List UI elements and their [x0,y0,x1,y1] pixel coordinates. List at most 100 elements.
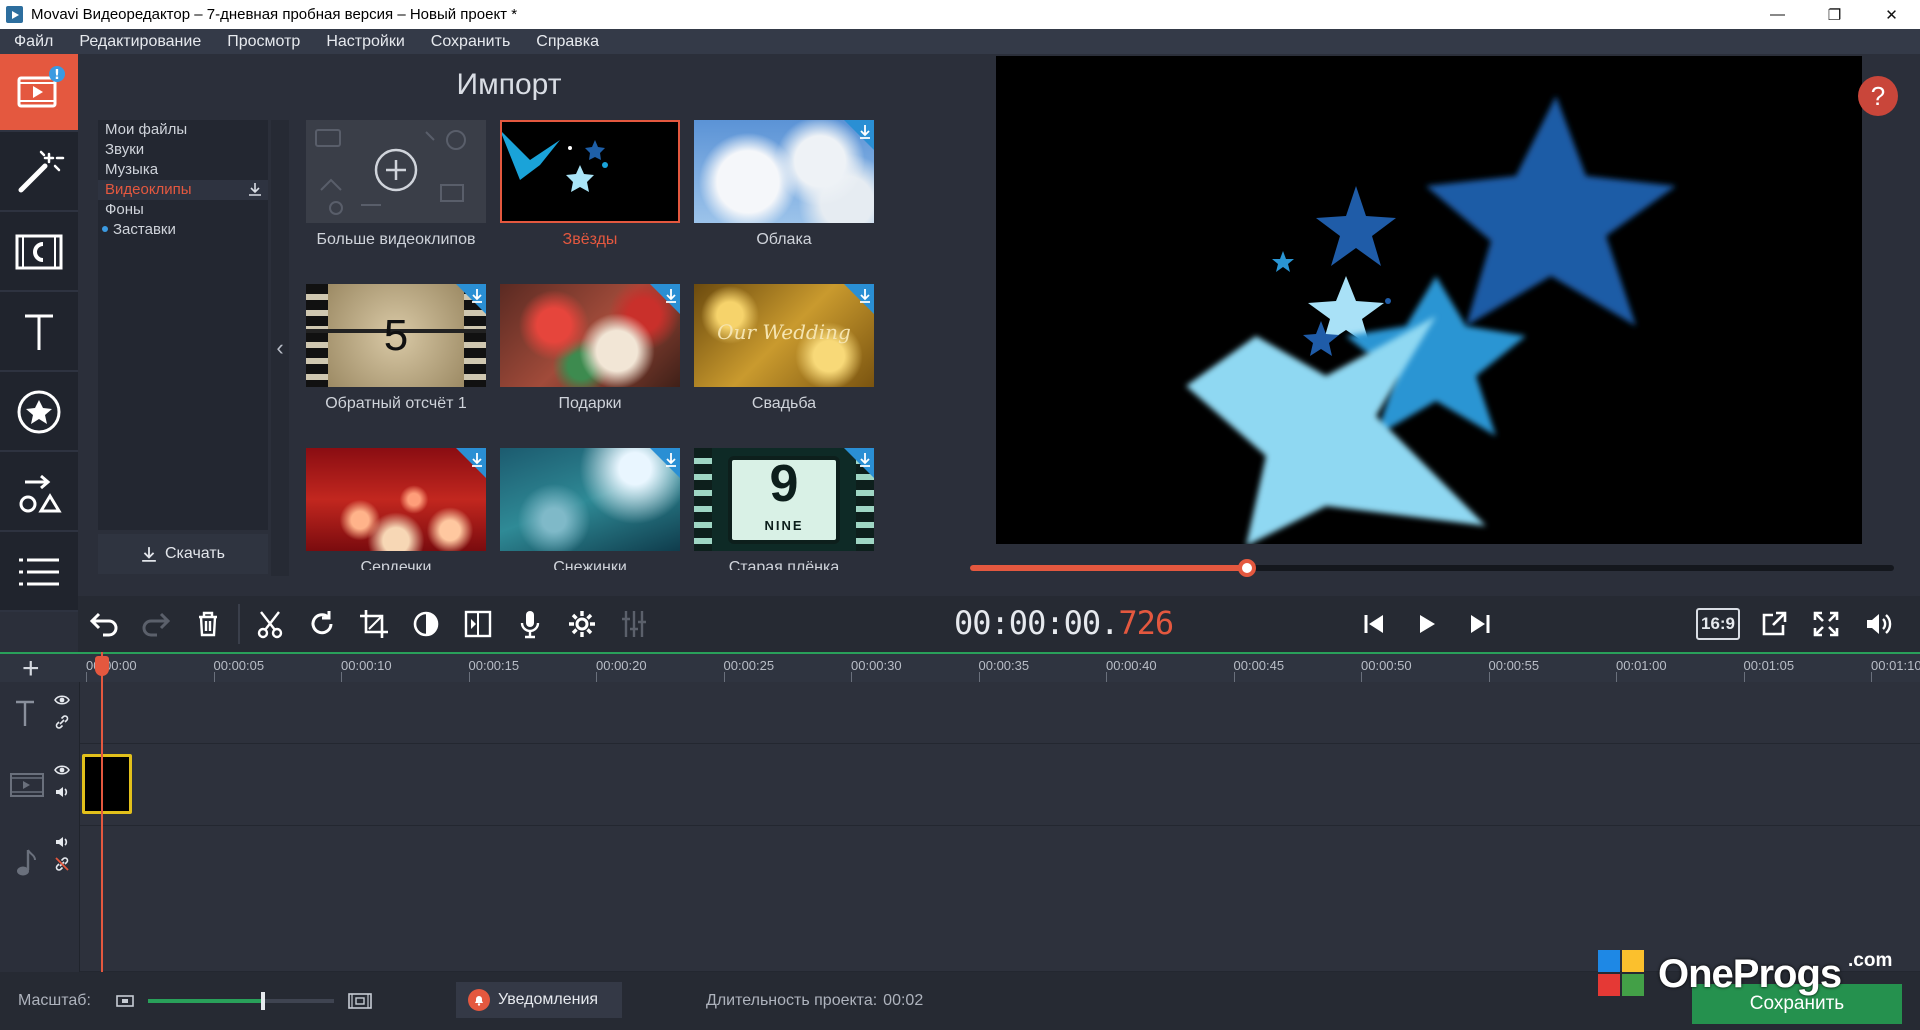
color-adjust-button[interactable] [400,596,452,652]
category-intros[interactable]: Заставки [98,220,268,240]
detach-preview-button[interactable] [1748,596,1800,652]
undo-button[interactable] [78,596,130,652]
download-badge-icon[interactable] [456,448,486,478]
transition-wizard-button[interactable] [452,596,504,652]
download-icon [142,547,156,562]
crop-button[interactable] [348,596,400,652]
maximize-button[interactable]: ❐ [1806,0,1863,29]
video-track[interactable] [80,744,1920,826]
ruler-tick-label: 00:00:20 [596,658,647,673]
clip-tile[interactable]: Our Wedding Свадьба [694,284,874,444]
eye-icon[interactable] [54,692,70,708]
notifications-button[interactable]: Уведомления [456,982,622,1018]
title-track[interactable] [80,682,1920,744]
clip-tile[interactable]: Облака [694,120,874,280]
ruler-tick-label: 00:00:50 [1361,658,1412,673]
category-sounds[interactable]: Звуки [98,140,268,160]
close-button[interactable]: ✕ [1863,0,1920,29]
ruler-tick-mark [978,672,980,682]
menu-save[interactable]: Сохранить [417,33,523,51]
minimize-button[interactable]: — [1749,0,1806,29]
zoom-out-icon[interactable] [116,993,134,1009]
clouds-thumbnail [694,120,874,223]
clip-tile[interactable]: Снежинки [500,448,680,570]
clip-properties-button[interactable] [556,596,608,652]
trash-icon [199,611,217,637]
filters-tab[interactable] [0,214,78,292]
link-icon[interactable] [54,714,70,730]
download-button[interactable]: Скачать [98,534,268,574]
collapse-panel-button[interactable]: ‹ [271,120,289,576]
chevron-left-icon: ‹ [276,335,284,360]
download-badge-icon[interactable] [844,120,874,150]
next-frame-button[interactable] [1454,596,1506,652]
redo-button[interactable] [130,596,182,652]
zoom-slider[interactable] [148,992,334,1010]
menu-view[interactable]: Просмотр [213,33,312,51]
audio-track-header [0,826,80,972]
import-tab[interactable]: ! [0,54,78,132]
zoom-in-icon[interactable] [348,992,372,1010]
scrubber-handle[interactable] [1238,559,1257,577]
fullscreen-button[interactable] [1800,596,1852,652]
more-tools-tab[interactable] [0,534,78,612]
play-button[interactable] [1400,596,1452,652]
menu-settings[interactable]: Настройки [312,33,416,51]
equalizer-button[interactable] [608,596,660,652]
playhead[interactable] [95,652,109,972]
delete-button[interactable] [182,596,234,652]
menu-help[interactable]: Справка [522,33,611,51]
download-icon[interactable] [248,182,262,196]
category-music[interactable]: Музыка [98,160,268,180]
clip-label: Подарки [558,395,622,412]
ruler-tick-label: 00:00:25 [723,658,775,673]
menu-file[interactable]: Файл [0,33,65,51]
clip-tile[interactable]: Сердечки [306,448,486,570]
add-track-button[interactable]: + [22,654,40,684]
previous-frame-button[interactable] [1348,596,1400,652]
download-badge-icon[interactable] [650,284,680,314]
eye-icon[interactable] [54,762,70,778]
speaker-icon[interactable] [54,784,70,800]
duration-value: 00:02 [883,992,924,1009]
zoom-label: Масштаб: [18,992,91,1009]
category-backgrounds[interactable]: Фоны [98,200,268,220]
speaker-icon[interactable] [54,834,70,850]
old-film-word: NINE [764,518,804,533]
clip-tile[interactable]: 5 Обратный отсчёт 1 [306,284,486,444]
cut-button[interactable] [244,596,296,652]
download-badge-icon[interactable] [844,448,874,478]
clip-tile[interactable]: Больше видеоклипов [306,120,486,280]
help-button[interactable]: ? [1858,76,1898,116]
rotate-button[interactable] [296,596,348,652]
unlink-icon[interactable] [54,856,70,872]
rotate-icon [311,611,333,635]
download-badge-icon[interactable] [456,284,486,314]
video-clip[interactable] [82,754,132,814]
stickers-tab[interactable] [0,374,78,452]
zoom-slider-handle[interactable] [261,992,266,1010]
record-audio-button[interactable] [504,596,556,652]
transition-icon [464,610,492,638]
effects-tab[interactable] [0,134,78,212]
timeline-ruler[interactable]: + 00:00:00 00:00:05 00:00:10 00:00:15 00:00:… [0,652,1920,684]
transitions-tab[interactable] [0,454,78,532]
playhead-handle[interactable] [95,656,109,676]
category-my-files[interactable]: Мои файлы [98,120,268,140]
preview-scrubber[interactable] [970,559,1894,577]
download-badge-icon[interactable] [650,448,680,478]
category-videoclips[interactable]: Видеоклипы [98,180,268,200]
titles-tab[interactable] [0,294,78,372]
clip-grid: Больше видеоклипов Звёзды Облака 5 Обрат… [306,120,966,570]
ruler-tick-mark [1488,672,1490,682]
aspect-ratio-button[interactable]: 16:9 [1696,608,1740,640]
import-title: Импорт [456,68,562,101]
clip-tile-selected[interactable]: Звёзды [500,120,680,280]
volume-button[interactable] [1852,596,1904,652]
clip-tile[interactable]: 9 NINE Старая плёнка [694,448,874,570]
menu-edit[interactable]: Редактирование [65,33,213,51]
clip-tile[interactable]: Подарки [500,284,680,444]
preview-stars-image [1186,96,1676,544]
download-badge-icon[interactable] [844,284,874,314]
timecode-milliseconds: 726 [1118,604,1174,642]
